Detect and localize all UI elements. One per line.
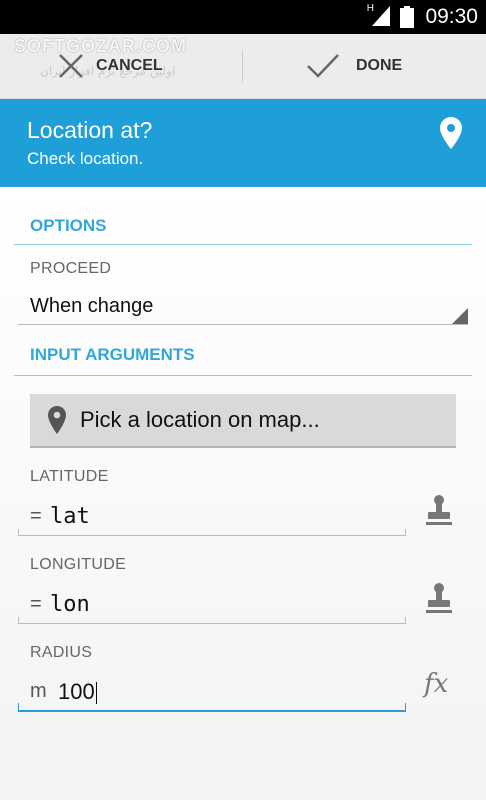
input-arguments-section-label: INPUT ARGUMENTS xyxy=(30,345,195,364)
form-content: OPTIONS PROCEED When change INPUT ARGUME… xyxy=(0,187,486,800)
pick-location-label: Pick a location on map... xyxy=(80,407,320,432)
latitude-value: lat xyxy=(50,504,90,529)
longitude-value: lon xyxy=(50,592,90,617)
input-arguments-section-header: INPUT ARGUMENTS xyxy=(14,319,472,376)
radius-input[interactable]: m 100 xyxy=(18,676,406,712)
battery-icon xyxy=(400,6,414,28)
location-pin-icon xyxy=(440,117,462,149)
page-subtitle: Check location. xyxy=(27,149,144,168)
location-pin-icon xyxy=(48,406,66,434)
latitude-input[interactable]: = lat xyxy=(18,501,406,536)
checkmark-icon xyxy=(307,54,339,78)
latitude-prefix: = xyxy=(30,505,42,527)
text-caret xyxy=(95,682,97,705)
radius-unit: m xyxy=(30,680,47,702)
condition-header: Location at? Check location. xyxy=(0,99,486,187)
action-bar-divider xyxy=(242,50,243,82)
longitude-label: LONGITUDE xyxy=(30,556,127,573)
latitude-label: LATITUDE xyxy=(30,468,109,485)
longitude-prefix: = xyxy=(30,593,42,615)
action-bar: SOFTGOZAR.COM اولین مرجع نرم افزار ایران… xyxy=(0,34,486,99)
proceed-label: PROCEED xyxy=(30,260,112,277)
function-fx-icon[interactable]: fx xyxy=(424,669,448,699)
options-section-header: OPTIONS xyxy=(14,188,472,245)
pick-location-button[interactable]: Pick a location on map... xyxy=(30,394,456,448)
options-section-label: OPTIONS xyxy=(30,216,107,235)
clock: 09:30 xyxy=(425,5,478,28)
longitude-input[interactable]: = lon xyxy=(18,589,406,624)
radius-value: 100 xyxy=(58,679,95,704)
variable-stamp-icon[interactable] xyxy=(424,582,454,614)
close-icon xyxy=(59,54,83,78)
signal-icon xyxy=(372,6,390,26)
done-label: DONE xyxy=(356,57,403,74)
proceed-value: When change xyxy=(30,295,154,317)
variable-stamp-icon[interactable] xyxy=(424,494,454,526)
radius-label: RADIUS xyxy=(30,644,93,661)
status-bar: H 09:30 xyxy=(0,0,486,34)
cancel-label: CANCEL xyxy=(96,57,163,74)
cancel-button[interactable]: CANCEL xyxy=(58,34,163,98)
done-button[interactable]: DONE xyxy=(306,34,402,98)
page-title: Location at? xyxy=(27,117,153,143)
